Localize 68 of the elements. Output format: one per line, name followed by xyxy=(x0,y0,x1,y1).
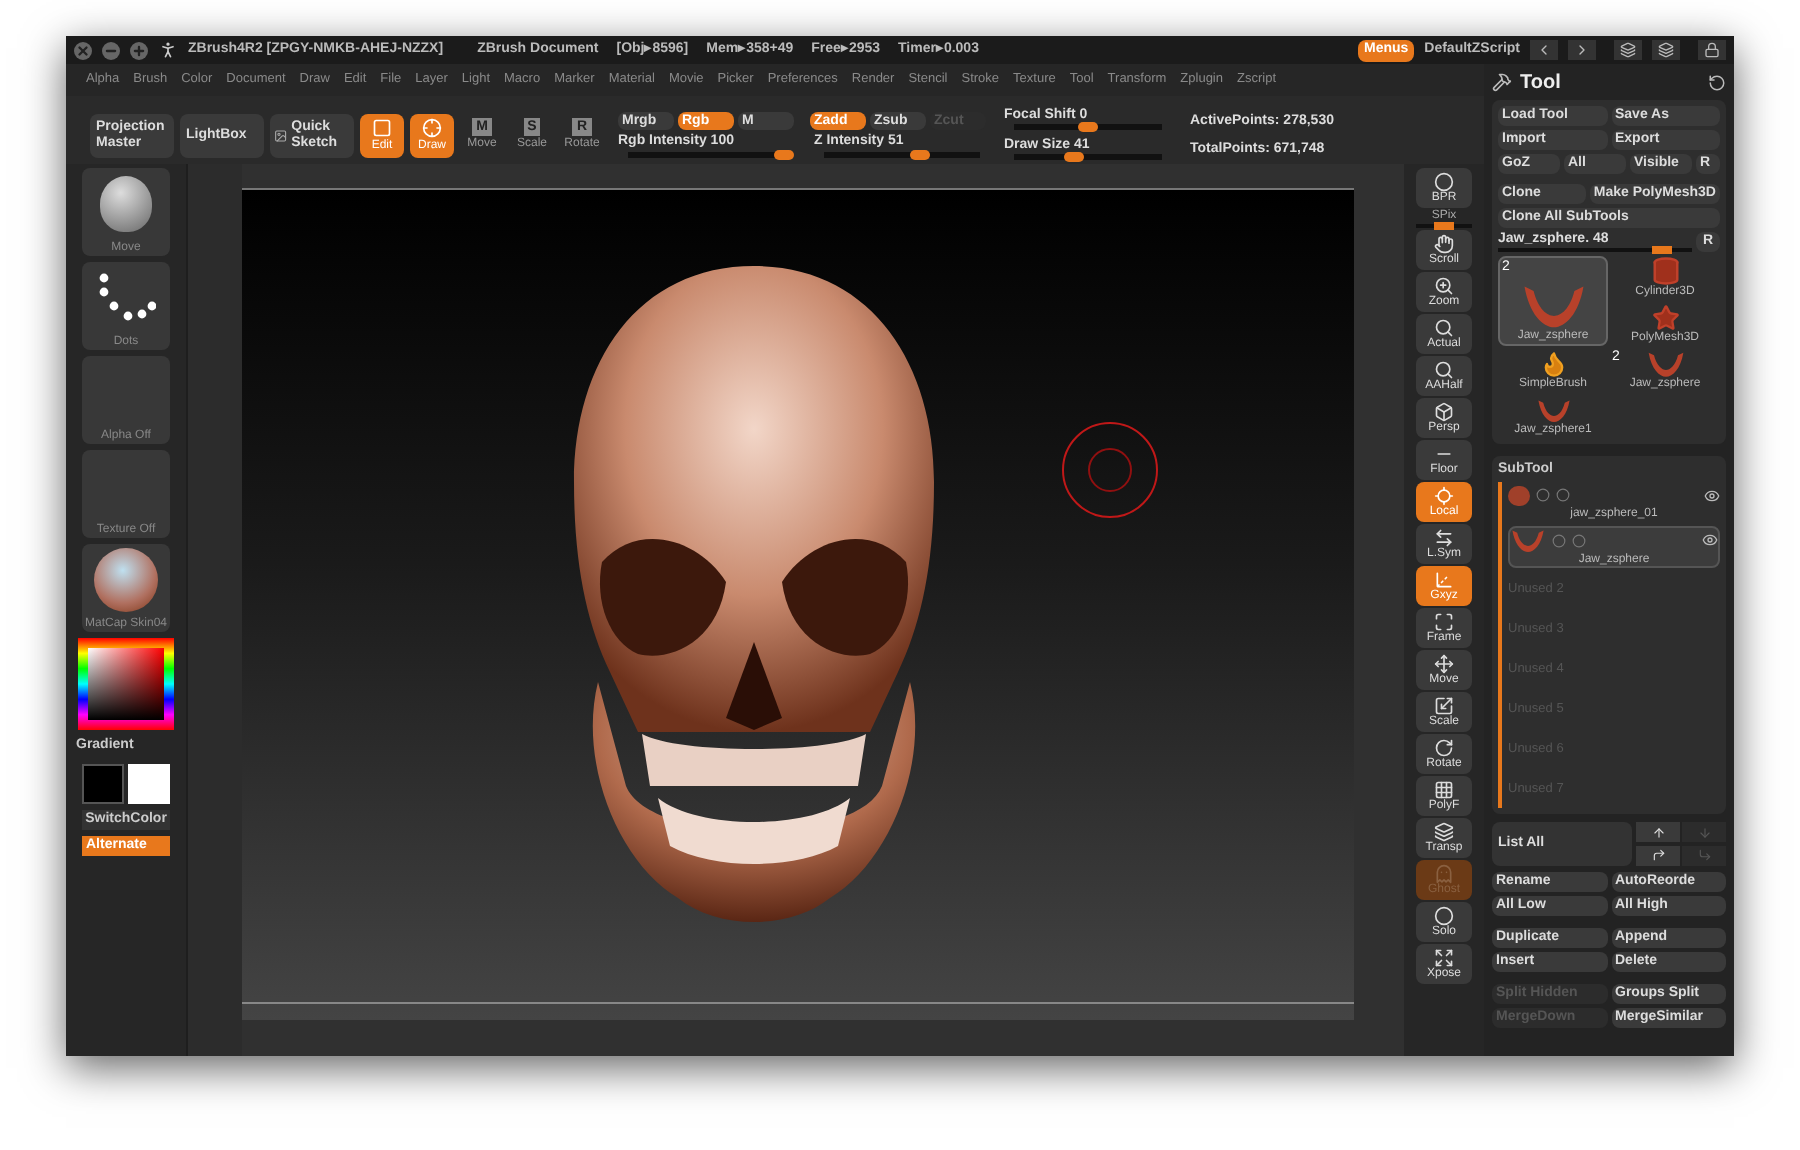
arrows-icon xyxy=(1434,527,1454,547)
corner-arrow-icon xyxy=(1651,848,1665,862)
search-icon xyxy=(1434,317,1454,337)
jaw-icon xyxy=(1519,282,1587,330)
hammer-icon xyxy=(1492,72,1512,92)
star-icon xyxy=(1651,304,1679,332)
arrow-up-icon xyxy=(1651,825,1665,839)
slider-thumb[interactable] xyxy=(774,149,794,159)
maximize-icon xyxy=(132,43,146,57)
layers-icon xyxy=(1434,821,1454,841)
arrow-down-icon xyxy=(1697,825,1711,839)
select-up-button[interactable] xyxy=(1636,845,1680,865)
reset-icon[interactable] xyxy=(1708,73,1726,91)
slider-thumb[interactable] xyxy=(1652,246,1673,254)
ghost-icon xyxy=(1434,863,1454,883)
next-button[interactable] xyxy=(1568,40,1596,60)
sphere-icon xyxy=(1434,171,1454,191)
eye-icon[interactable] xyxy=(1702,532,1718,549)
chevron-left-icon xyxy=(1536,42,1552,58)
hand-icon xyxy=(1434,233,1454,253)
crosshair-icon xyxy=(422,117,442,137)
panel-title: Tool xyxy=(1520,69,1561,97)
grid-icon xyxy=(1434,779,1454,799)
square-icon xyxy=(372,117,392,137)
previous-button[interactable] xyxy=(1530,40,1558,60)
dots-icon xyxy=(96,272,156,324)
canvas[interactable] xyxy=(242,188,1354,1020)
locate-icon xyxy=(1434,485,1454,505)
slider-thumb[interactable] xyxy=(1434,222,1454,230)
jaw-icon xyxy=(1645,350,1685,378)
secondary-color-swatch[interactable] xyxy=(128,763,170,803)
lock-button[interactable] xyxy=(1698,40,1726,60)
lock-icon xyxy=(1704,42,1720,58)
rotate-icon xyxy=(1434,737,1454,757)
expand-icon xyxy=(1434,947,1454,967)
corner-arrow-icon xyxy=(1697,848,1711,862)
slider-thumb[interactable] xyxy=(1078,122,1098,132)
jaw-icon xyxy=(1535,398,1571,424)
move-icon xyxy=(1434,653,1454,673)
flame-icon xyxy=(1539,350,1567,378)
jaw-icon xyxy=(1510,528,1546,554)
circle-icon xyxy=(1434,905,1454,925)
layers-icon xyxy=(1620,42,1636,58)
box-icon xyxy=(1434,401,1454,421)
minimize-button[interactable] xyxy=(102,41,120,59)
move-up-button[interactable] xyxy=(1636,822,1680,842)
maximize-button[interactable] xyxy=(130,41,148,59)
eye-icon[interactable] xyxy=(1704,487,1720,503)
close-button[interactable] xyxy=(74,41,92,59)
brush-blob-icon xyxy=(100,176,152,232)
slider-thumb[interactable] xyxy=(910,149,931,159)
sketch-icon xyxy=(274,126,288,146)
layers-icon xyxy=(1658,42,1674,58)
layout-button[interactable] xyxy=(1652,40,1680,60)
close-icon xyxy=(76,43,90,57)
cylinder-icon xyxy=(1649,256,1681,286)
frame-icon xyxy=(1434,611,1454,631)
layout-button[interactable] xyxy=(1614,40,1642,60)
logo-icon xyxy=(158,40,178,60)
slider-thumb[interactable] xyxy=(1063,152,1084,162)
main-color-swatch[interactable] xyxy=(82,763,124,803)
zoom-icon xyxy=(1434,275,1454,295)
chevron-right-icon xyxy=(1574,42,1590,58)
brush-cursor-ring xyxy=(1062,422,1158,518)
color-picker[interactable] xyxy=(78,638,174,730)
scale-icon xyxy=(1434,695,1454,715)
search-icon xyxy=(1434,359,1454,379)
axis-icon xyxy=(1434,569,1454,589)
